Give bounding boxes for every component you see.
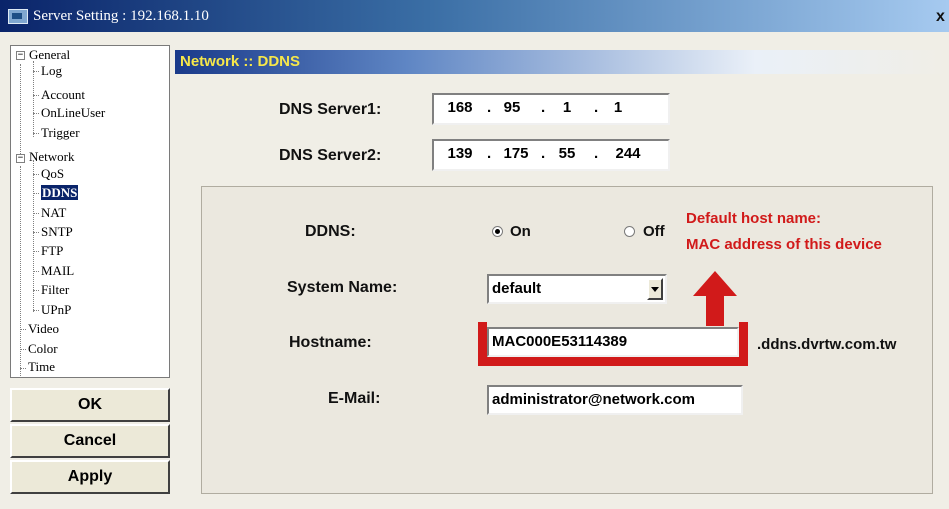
tree-item-qos[interactable]: QoS [41,166,64,182]
ip-octet: 175 [503,145,529,162]
tree-line [33,251,39,252]
section-header: Network :: DDNS [175,50,949,74]
hostname-suffix: .ddns.dvrtw.com.tw [757,336,897,353]
tree-line [33,290,39,291]
arrow-up-icon [693,271,737,326]
tree-item-video[interactable]: Video [28,321,59,337]
tree-item-time[interactable]: Time [28,359,55,375]
tree-item-upnp[interactable]: UPnP [41,302,71,318]
section-title: Network :: DDNS [180,53,301,70]
apply-button[interactable]: Apply [10,460,170,494]
tree-item-color[interactable]: Color [28,341,58,357]
ip-dot: . [487,99,492,116]
ip-octet: 95 [503,99,521,116]
tree-line [33,232,39,233]
tree-line [20,166,21,376]
dns-server2-label: DNS Server2: [279,147,382,164]
tree-line [33,174,39,175]
system-name-select[interactable]: default [487,274,667,304]
tree-line [33,113,39,114]
window-title: Server Setting : 192.168.1.10 [33,8,209,24]
tree-item-ddns[interactable]: DDNS [41,185,79,201]
cancel-button[interactable]: Cancel [10,424,170,458]
ddns-on-label[interactable]: On [510,223,531,240]
ddns-on-radio[interactable] [492,226,503,237]
ok-button[interactable]: OK [10,388,170,422]
tree-item-ftp[interactable]: FTP [41,243,63,259]
tree-item-ddns-label: DDNS [41,185,79,200]
tree-line [33,61,34,137]
ip-octet: 168 [447,99,473,116]
tree-line [33,133,39,134]
annotation-line1: Default host name: [686,210,822,227]
tree-item-filter[interactable]: Filter [41,282,69,298]
tree-line [20,368,26,369]
ddns-off-radio[interactable] [624,226,635,237]
highlight-bar-right [739,322,748,366]
app-icon [8,9,28,24]
tree-item-log[interactable]: Log [41,63,62,79]
system-name-label: System Name: [287,279,398,296]
tree-line [33,213,39,214]
tree-line [20,329,26,330]
tree-item-nat[interactable]: NAT [41,205,66,221]
tree-item-trigger[interactable]: Trigger [41,125,80,141]
tree-line [33,271,39,272]
highlight-bar-left [478,322,487,366]
ip-octet: 1 [562,99,572,116]
highlight-bar-bottom [487,357,739,366]
dns-server2-input[interactable]: 139 . 175 . 55 . 244 [432,139,670,171]
ddns-off-label[interactable]: Off [643,223,665,240]
tree-item-general[interactable]: General [29,47,70,63]
tree-line [20,349,26,350]
ip-dot: . [541,145,546,162]
hostname-input[interactable]: MAC000E53114389 [487,327,739,357]
ddns-label: DDNS: [305,223,356,240]
tree-line [20,64,21,156]
chevron-down-icon[interactable] [647,278,663,300]
tree-line [33,193,39,194]
ip-octet: 55 [558,145,576,162]
tree-line [33,71,39,72]
ip-octet: 244 [615,145,641,162]
collapse-general-icon[interactable]: − [16,51,25,60]
email-label: E-Mail: [328,390,381,407]
ip-dot: . [541,99,546,116]
settings-tree[interactable]: − General Log Account OnLineUser Trigger… [10,45,170,378]
annotation-line2: MAC address of this device [686,236,882,253]
system-name-value: default [492,280,542,297]
ip-dot: . [594,145,599,162]
ip-octet: 1 [613,99,623,116]
hostname-label: Hostname: [289,334,372,351]
tree-item-onlineuser[interactable]: OnLineUser [41,105,105,121]
dns-server1-input[interactable]: 168 . 95 . 1 . 1 [432,93,670,125]
ip-octet: 139 [447,145,473,162]
title-bar: Server Setting : 192.168.1.10 x [0,0,949,32]
tree-line [33,310,39,311]
dns-server1-label: DNS Server1: [279,101,382,118]
ip-dot: . [487,145,492,162]
tree-item-account[interactable]: Account [41,87,85,103]
tree-line [33,95,39,96]
collapse-network-icon[interactable]: − [16,154,25,163]
close-button[interactable]: x [936,8,945,26]
tree-item-mail[interactable]: MAIL [41,263,74,279]
email-input[interactable]: administrator@network.com [487,385,743,415]
tree-item-network[interactable]: Network [29,149,75,165]
tree-item-sntp[interactable]: SNTP [41,224,73,240]
